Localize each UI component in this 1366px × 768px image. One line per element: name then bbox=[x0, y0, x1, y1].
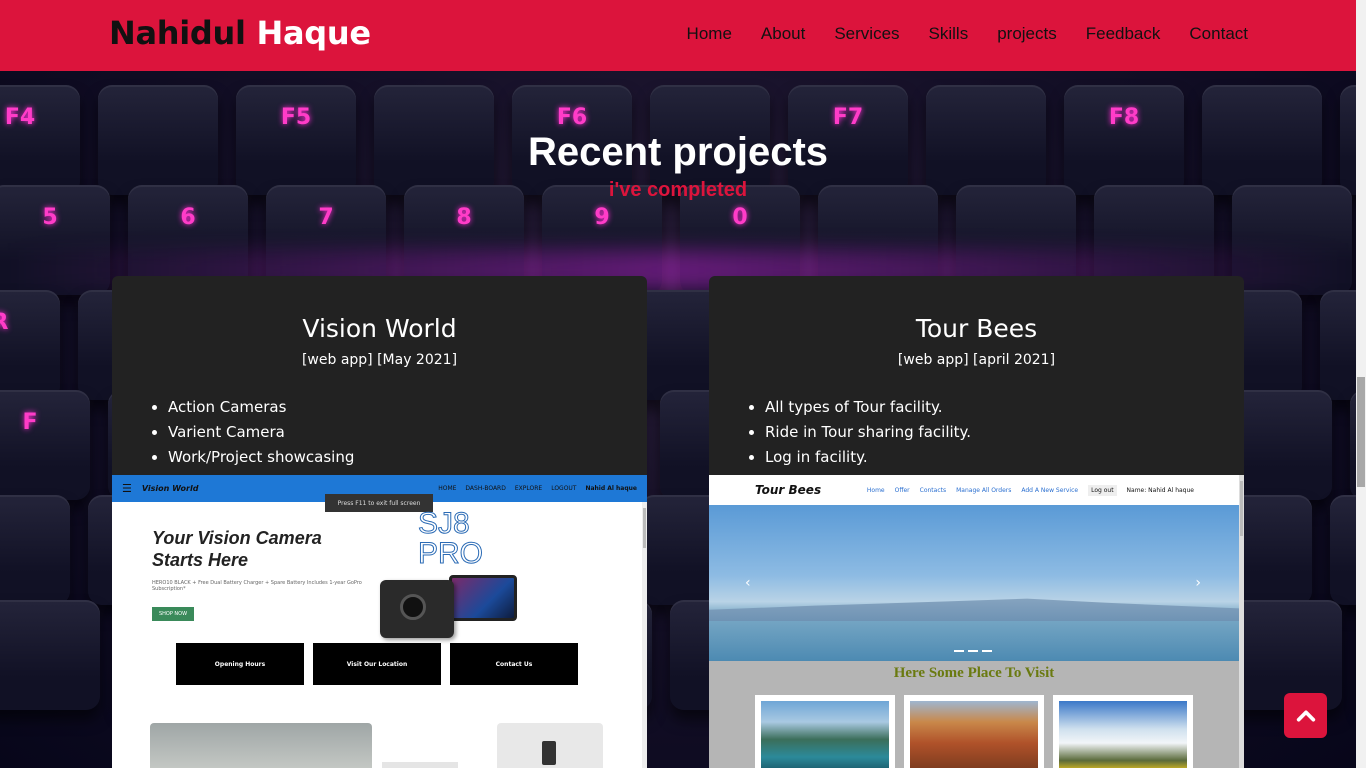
nav-link-about[interactable]: About bbox=[761, 24, 805, 44]
place-card bbox=[1053, 695, 1193, 768]
preview-links: Home Offer Contacts Manage All Orders Ad… bbox=[866, 484, 1194, 496]
preview-link: LOGOUT bbox=[551, 485, 577, 492]
preview-hero-title: Your Vision Camera Starts Here bbox=[152, 527, 322, 571]
menu-icon: ☰ bbox=[122, 482, 132, 495]
preview-brand: Tour Bees bbox=[755, 483, 822, 497]
camera-screen-image bbox=[449, 575, 517, 621]
project-features: All types of Tour facility. Ride in Tour… bbox=[765, 398, 1244, 473]
camera-image bbox=[380, 580, 454, 638]
feature-item: Log in facility. bbox=[765, 448, 1244, 473]
preview-navbar: Tour Bees Home Offer Contacts Manage All… bbox=[709, 475, 1244, 505]
preview-link: Offer bbox=[894, 486, 910, 494]
feature-item: Action Cameras bbox=[168, 398, 647, 423]
nav-link-skills[interactable]: Skills bbox=[929, 24, 969, 44]
fullscreen-toast: Press F11 to exit full screen bbox=[325, 494, 433, 512]
site-logo[interactable]: Nahidul Haque bbox=[109, 14, 371, 52]
preview-user: Name: Nahid Al haque bbox=[1126, 486, 1194, 494]
chevron-up-icon bbox=[1296, 710, 1315, 721]
feature-item: All types of Tour facility. bbox=[765, 398, 1244, 423]
project-features: Action Cameras Varient Camera Work/Proje… bbox=[168, 398, 647, 473]
sj8-pro-logo: SJ8 PRO bbox=[417, 507, 484, 570]
preview-image bbox=[382, 762, 458, 768]
preview-shop-button: SHOP NOW bbox=[152, 607, 194, 621]
logo-line-2: PRO bbox=[417, 537, 484, 570]
hero-line-1: Your Vision Camera bbox=[152, 528, 322, 548]
place-card bbox=[904, 695, 1044, 768]
preview-link: Manage All Orders bbox=[956, 486, 1012, 494]
preview-logout: Log out bbox=[1088, 484, 1117, 496]
preview-scrollbar bbox=[1239, 475, 1244, 768]
place-card bbox=[755, 695, 895, 768]
hero-line-2: Starts Here bbox=[152, 550, 249, 570]
nav-link-feedback[interactable]: Feedback bbox=[1086, 24, 1161, 44]
page-scrollbar[interactable] bbox=[1356, 0, 1366, 768]
project-meta: [web app] [May 2021] bbox=[301, 352, 458, 368]
navbar: Nahidul Haque Home About Services Skills… bbox=[0, 0, 1356, 71]
projects-heading: Recent projects i've completed bbox=[0, 130, 1356, 202]
project-card-vision-world: Vision World [web app] [May 2021] Action… bbox=[112, 276, 647, 768]
section-subtitle: i've completed bbox=[608, 179, 748, 201]
logo-line-1: SJ8 bbox=[417, 507, 470, 540]
feature-item: Work/Project showcasing bbox=[168, 448, 647, 473]
nav-link-home[interactable]: Home bbox=[687, 24, 732, 44]
project-screenshot[interactable]: Tour Bees Home Offer Contacts Manage All… bbox=[709, 475, 1244, 768]
preview-brand: Vision World bbox=[141, 484, 199, 493]
preview-opening-hours: Opening Hours bbox=[176, 643, 304, 685]
project-title: Vision World bbox=[302, 314, 457, 343]
project-meta: [web app] [april 2021] bbox=[897, 352, 1056, 368]
brand-first: Nahidul bbox=[109, 14, 246, 52]
chevron-right-icon: › bbox=[1195, 575, 1201, 591]
feature-item: Varient Camera bbox=[168, 423, 647, 448]
preview-link: DASH-BOARD bbox=[465, 485, 506, 492]
preview-hero-subtitle: HERO10 BLACK + Free Dual Battery Charger… bbox=[152, 580, 362, 592]
carousel-indicators bbox=[954, 650, 992, 652]
section-title: Recent projects bbox=[527, 130, 829, 174]
nav-link-contact[interactable]: Contact bbox=[1189, 24, 1248, 44]
chevron-left-icon: ‹ bbox=[745, 575, 751, 591]
preview-links: HOME DASH-BOARD EXPLORE LOGOUT Nahid Al … bbox=[438, 485, 637, 492]
nav-link-services[interactable]: Services bbox=[834, 24, 899, 44]
preview-link: Home bbox=[866, 486, 885, 494]
page-scrollbar-thumb[interactable] bbox=[1357, 377, 1365, 487]
preview-user: Nahid Al haque bbox=[585, 485, 637, 492]
project-title: Tour Bees bbox=[915, 314, 1038, 343]
preview-link: Contacts bbox=[919, 486, 947, 494]
brand-last: Haque bbox=[256, 14, 372, 52]
project-card-tour-bees: Tour Bees [web app] [april 2021] All typ… bbox=[709, 276, 1244, 768]
feature-item: Ride in Tour sharing facility. bbox=[765, 423, 1244, 448]
preview-places-section: Here Some Place To Visit bbox=[709, 661, 1239, 768]
back-to-top-button[interactable] bbox=[1284, 693, 1327, 738]
preview-hero-image: ‹ › bbox=[709, 505, 1239, 661]
preview-visit-location: Visit Our Location bbox=[313, 643, 441, 685]
preview-section-title: Here Some Place To Visit bbox=[893, 665, 1055, 681]
preview-contact-us: Contact Us bbox=[450, 643, 578, 685]
preview-link: EXPLORE bbox=[514, 485, 543, 492]
project-screenshot[interactable]: ☰ Vision World HOME DASH-BOARD EXPLORE L… bbox=[112, 475, 647, 768]
nav-menu: Home About Services Skills projects Feed… bbox=[687, 24, 1248, 44]
preview-link: Add A New Service bbox=[1021, 486, 1079, 494]
preview-image bbox=[497, 723, 603, 768]
preview-scrollbar bbox=[642, 502, 647, 768]
nav-link-projects[interactable]: projects bbox=[997, 24, 1057, 44]
preview-link: HOME bbox=[438, 485, 457, 492]
preview-image bbox=[150, 723, 372, 768]
